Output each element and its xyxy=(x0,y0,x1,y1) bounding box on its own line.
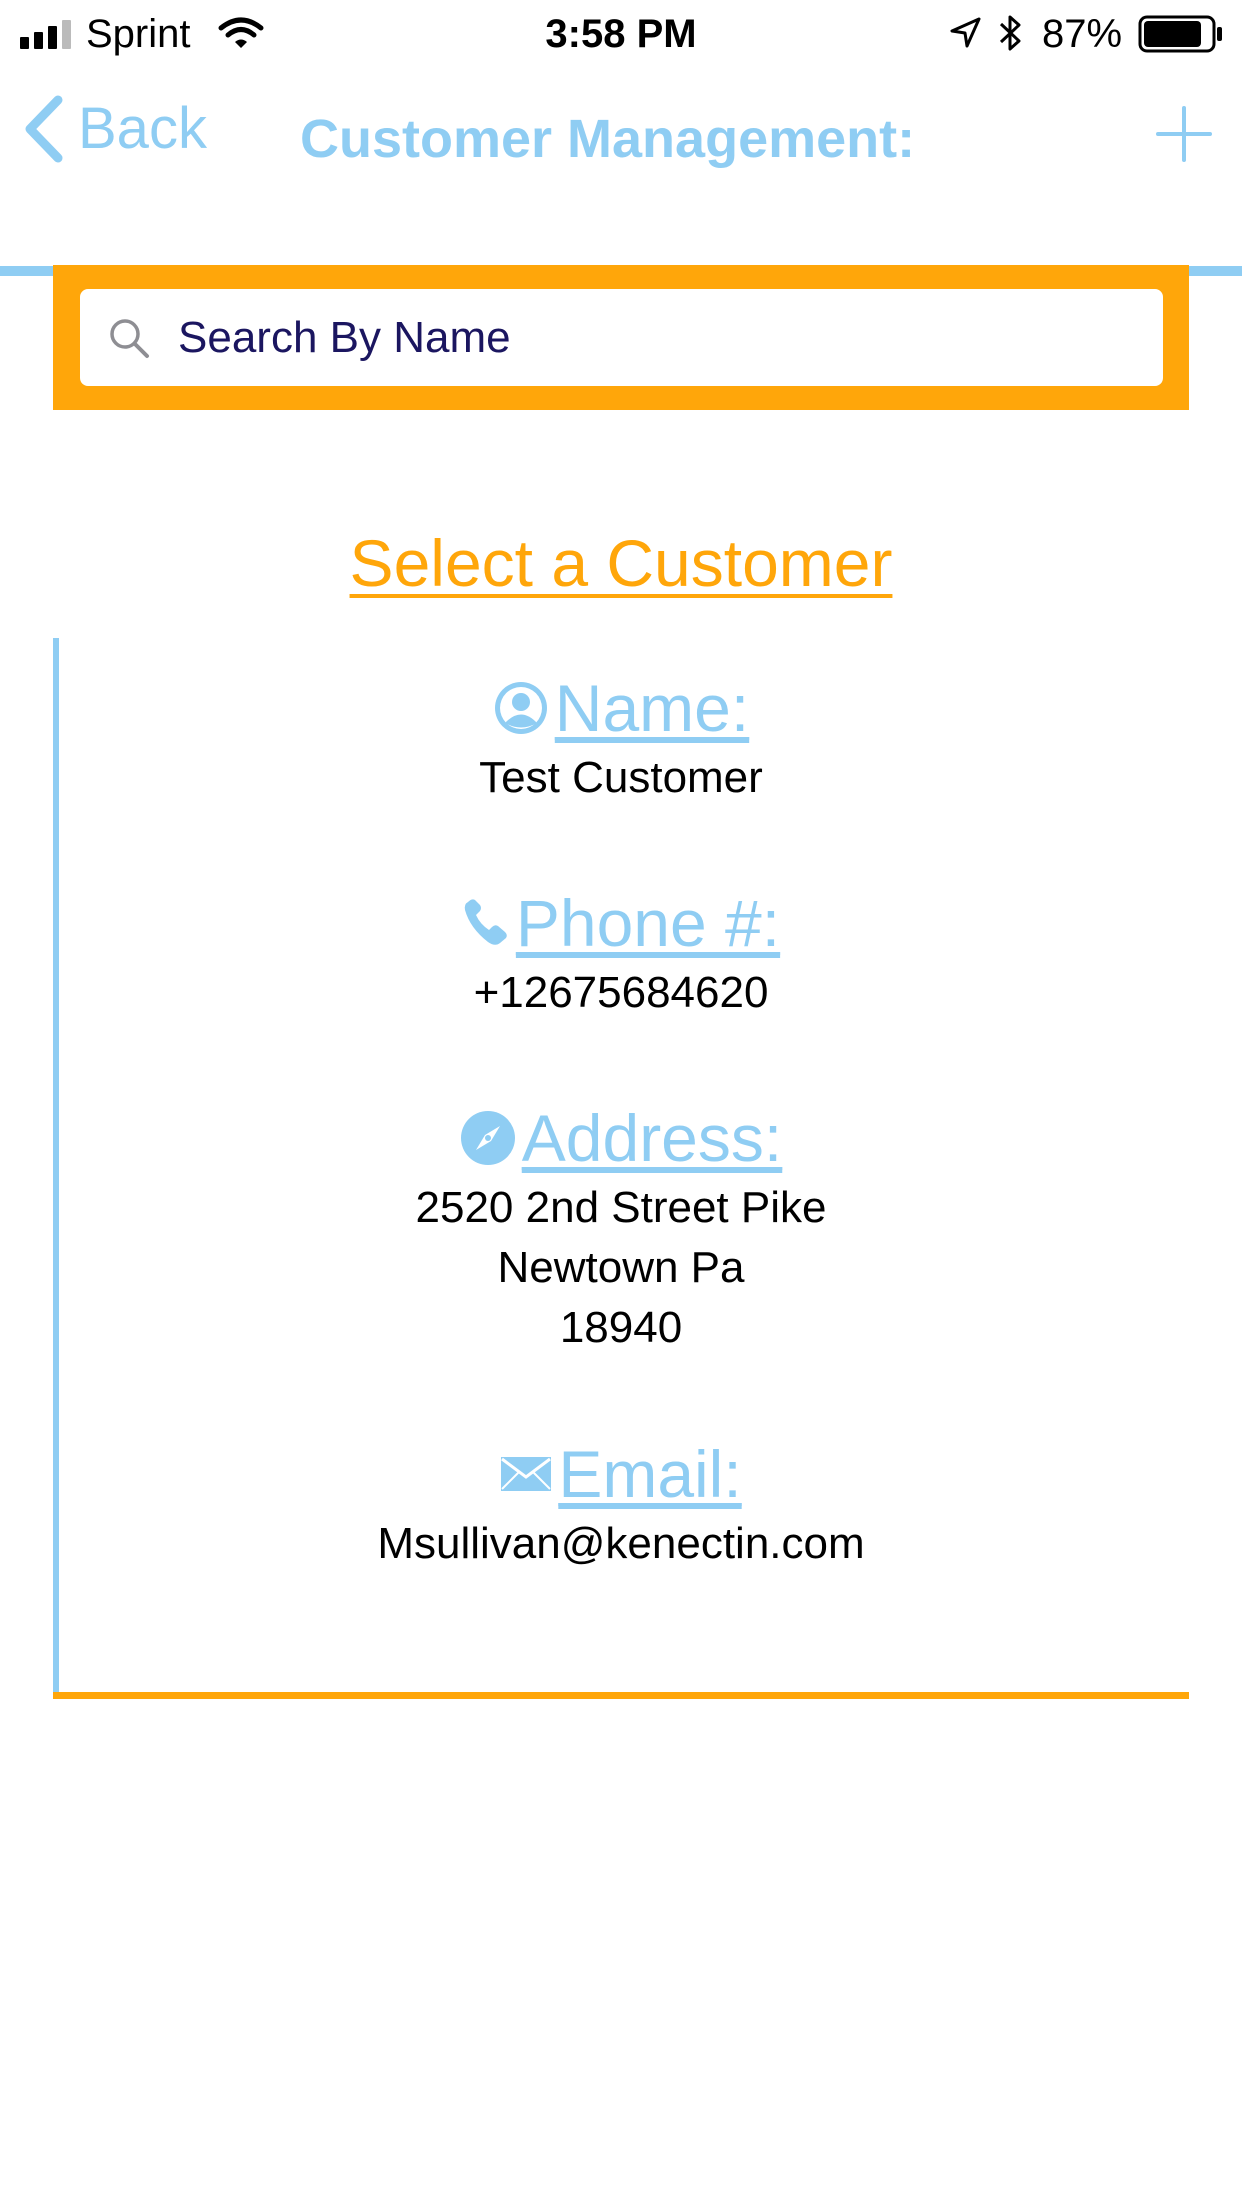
search-bar xyxy=(53,265,1189,410)
add-customer-button[interactable] xyxy=(1156,106,1212,167)
battery-percentage: 87% xyxy=(1042,12,1123,56)
bluetooth-icon xyxy=(998,13,1024,58)
chevron-left-icon xyxy=(25,95,63,163)
search-field[interactable] xyxy=(80,289,1163,386)
name-label-row: Name: xyxy=(493,668,749,748)
compass-icon xyxy=(460,1111,515,1165)
navigation-bar: Back Customer Management: xyxy=(0,66,1242,276)
page-title: Customer Management: xyxy=(300,109,916,169)
address-label: Address: xyxy=(521,1101,783,1175)
address-line-2: Newtown Pa xyxy=(497,1243,745,1292)
phone-label-row: Phone #: xyxy=(462,883,780,963)
name-section: Name: Test Customer xyxy=(53,668,1189,808)
plus-icon xyxy=(1156,106,1212,162)
search-icon xyxy=(108,317,150,359)
customer-phone: +12675684620 xyxy=(473,968,769,1017)
customer-email: Msullivan@kenectin.com xyxy=(377,1519,865,1568)
person-icon xyxy=(494,682,547,734)
back-label: Back xyxy=(78,96,207,161)
customer-name: Test Customer xyxy=(479,753,763,802)
search-input[interactable] xyxy=(178,312,1078,363)
envelope-icon xyxy=(501,1457,552,1491)
battery-icon xyxy=(1138,14,1224,59)
address-line-1: 2520 2nd Street Pike xyxy=(415,1183,827,1232)
status-bar: Sprint 3:58 PM 87% xyxy=(0,0,1242,66)
location-arrow-icon xyxy=(948,16,982,55)
back-button[interactable]: Back xyxy=(22,94,207,164)
phone-icon xyxy=(464,899,507,945)
name-label: Name: xyxy=(554,671,750,745)
email-label: Email: xyxy=(558,1437,742,1511)
address-label-row: Address: xyxy=(460,1098,782,1178)
address-section: Address: 2520 2nd Street Pike Newtown Pa… xyxy=(53,1098,1189,1358)
customer-address: 2520 2nd Street Pike Newtown Pa 18940 xyxy=(53,1178,1189,1358)
phone-label: Phone #: xyxy=(515,886,781,960)
select-customer-heading: Select a Customer xyxy=(349,526,893,600)
card-bottom-border xyxy=(53,1692,1189,1699)
email-label-row: Email: xyxy=(500,1434,742,1514)
email-section: Email: Msullivan@kenectin.com xyxy=(53,1434,1189,1574)
address-line-3: 18940 xyxy=(559,1303,683,1352)
customer-card[interactable]: Name: Test Customer Phone #: +1267568462… xyxy=(53,638,1189,1699)
phone-section: Phone #: +12675684620 xyxy=(53,883,1189,1023)
